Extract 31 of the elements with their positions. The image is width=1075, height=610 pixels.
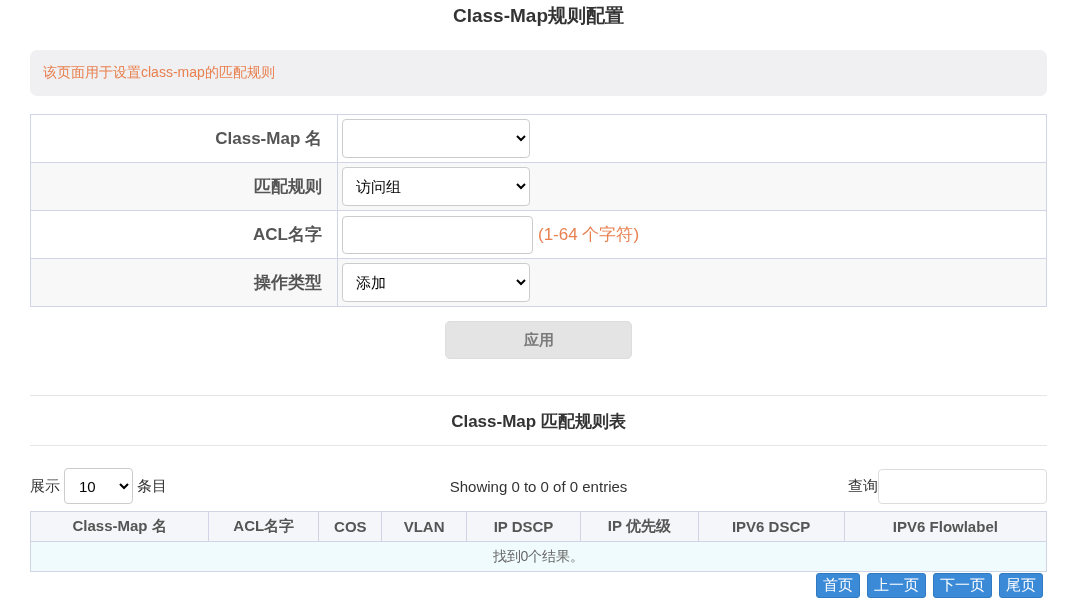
column-header[interactable]: ACL名字 [208, 511, 319, 542]
column-header[interactable]: IP 优先级 [580, 511, 698, 542]
pagination-button[interactable]: 上一页 [867, 573, 926, 598]
field-hint: (1-64 个字符) [538, 225, 640, 244]
search-field[interactable] [878, 468, 1047, 504]
table-title: Class-Map 匹配规则表 [30, 396, 1047, 446]
length-label: 展示 [30, 476, 60, 496]
column-header[interactable]: VLAN [381, 511, 467, 542]
field-label: ACL名字 [30, 210, 338, 259]
field-label: 匹配规则 [30, 162, 338, 211]
search-label: 查询 [848, 476, 878, 496]
dropdown[interactable]: 访问组 [342, 167, 530, 206]
field-label: Class-Map 名 [30, 114, 338, 163]
column-header[interactable]: IP DSCP [466, 511, 581, 542]
column-header[interactable]: IPV6 DSCP [698, 511, 845, 542]
field-label: 操作类型 [30, 258, 338, 307]
notice-banner: 该页面用于设置class-map的匹配规则 [30, 50, 1047, 96]
dropdown[interactable]: 添加 [342, 263, 530, 302]
pagination-button[interactable]: 首页 [816, 573, 860, 598]
page-size-dropdown[interactable]: 10 [64, 468, 133, 504]
length-label: 条目 [137, 476, 167, 496]
page-title: Class-Map规则配置 [452, 4, 625, 27]
input-field[interactable] [342, 215, 533, 254]
empty-message: 找到0个结果。 [30, 541, 1047, 572]
pagination-button[interactable]: 下一页 [933, 573, 992, 598]
column-header[interactable]: COS [318, 511, 382, 542]
column-header[interactable]: IPV6 Flowlabel [844, 511, 1047, 542]
column-header[interactable]: Class-Map 名 [30, 511, 209, 542]
table-info: Showing 0 to 0 of 0 entries [449, 477, 628, 495]
dropdown[interactable] [342, 119, 530, 158]
pagination-button[interactable]: 尾页 [999, 573, 1043, 598]
